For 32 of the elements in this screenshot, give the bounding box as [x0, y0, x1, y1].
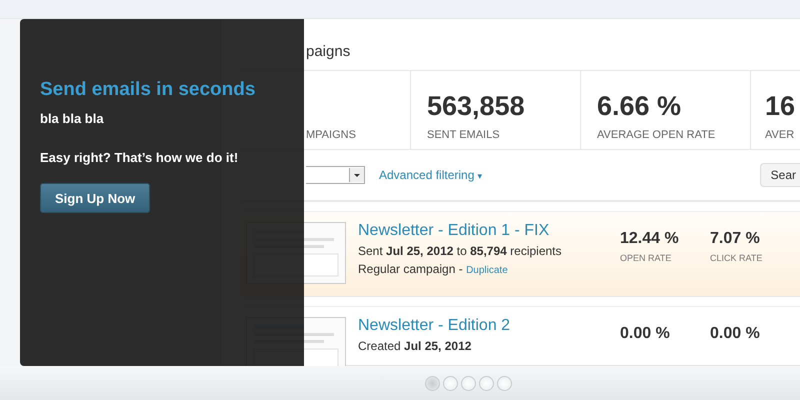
caption-title: Send emails in seconds — [40, 79, 256, 101]
stat-label: AVERAGE OPEN RATE — [597, 129, 716, 142]
status-select[interactable] — [306, 166, 365, 184]
campaign-details: Sent Jul 25, 2012 to 85,794 recipients — [358, 244, 563, 258]
sign-up-button[interactable]: Sign Up Now — [40, 183, 150, 213]
stat-label: AVER — [765, 129, 796, 142]
pager-dot[interactable] — [443, 376, 458, 391]
click-rate-label: CLICK RATE — [710, 253, 764, 263]
pager-dot[interactable] — [479, 376, 494, 391]
campaign-title-link[interactable]: Newsletter - Edition 2 — [358, 317, 620, 335]
campaign-details: Created Jul 25, 2012 — [358, 339, 472, 353]
stat-value: 563,858 — [427, 91, 526, 124]
click-rate-value: 7.07 % — [710, 230, 761, 248]
open-rate-label: OPEN RATE — [620, 253, 672, 263]
stat-value: 16 — [765, 91, 796, 124]
search-button[interactable]: Sear — [760, 162, 800, 187]
open-rate-value: 0.00 % — [620, 325, 671, 343]
pager-dot[interactable] — [461, 376, 476, 391]
stat-label: SENT EMAILS — [427, 129, 501, 142]
page-title: paigns — [305, 42, 352, 62]
campaign-type: Regular campaign - — [358, 262, 463, 276]
click-rate-value: 0.00 % — [710, 325, 761, 343]
open-rate-value: 12.44 % — [620, 230, 680, 248]
caption-text: bla bla bla — [40, 111, 105, 126]
caption-text: Easy right? That’s how we do it! — [40, 150, 240, 165]
campaign-title-link[interactable]: Newsletter - Edition 1 - FIX — [358, 222, 620, 240]
stat-value: 6.66 % — [597, 91, 682, 124]
duplicate-link[interactable]: Duplicate — [466, 265, 508, 276]
advanced-filtering-link[interactable]: Advanced filtering ▾ — [379, 168, 483, 182]
pager-dot[interactable] — [425, 376, 440, 391]
pager-dot[interactable] — [497, 376, 512, 391]
stat-label: MPAIGNS — [306, 129, 357, 142]
